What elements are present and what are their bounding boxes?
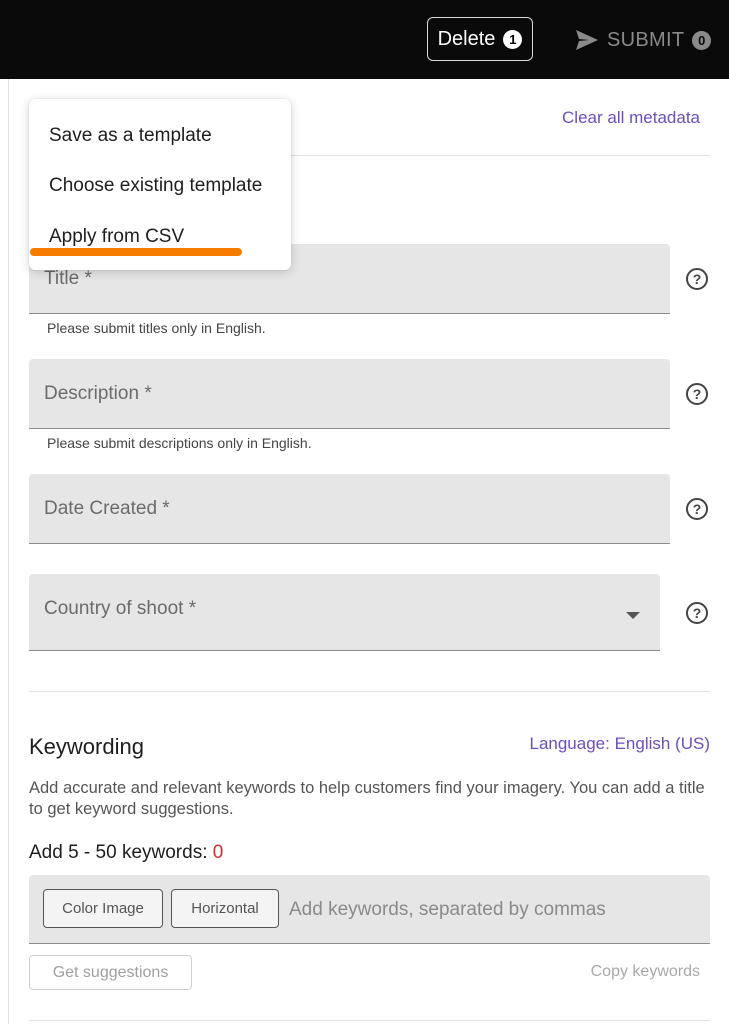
country-label: Country of shoot *: [44, 598, 197, 619]
submit-label: SUBMIT: [607, 28, 685, 51]
copy-keywords-link[interactable]: Copy keywords: [591, 963, 700, 981]
delete-button[interactable]: Delete 1: [427, 17, 533, 61]
submit-button[interactable]: SUBMIT 0: [575, 20, 712, 60]
date-created-field[interactable]: Date Created *: [29, 474, 670, 544]
template-menu: Save as a template Choose existing templ…: [29, 99, 291, 270]
left-divider: [8, 79, 9, 1024]
keyword-count: Add 5 - 50 keywords: 0: [29, 842, 223, 864]
keyword-count-value: 0: [212, 842, 224, 863]
section-divider: [29, 691, 710, 692]
language-link[interactable]: Language: English (US): [529, 734, 710, 754]
keywording-description: Add accurate and relevant keywords to he…: [29, 779, 705, 818]
description-label: Description *: [44, 383, 152, 404]
country-help-icon[interactable]: ?: [686, 602, 708, 624]
chevron-down-icon: [626, 612, 640, 619]
apply-csv-highlight: [30, 248, 242, 256]
menu-item-apply-csv[interactable]: Apply from CSV: [49, 226, 184, 248]
send-icon: [576, 30, 598, 50]
submit-count-badge: 0: [692, 30, 712, 50]
title-help-icon[interactable]: ?: [686, 268, 708, 290]
keywords-placeholder: Add keywords, separated by commas: [289, 899, 606, 920]
menu-item-save-template[interactable]: Save as a template: [49, 125, 212, 147]
date-created-label: Date Created *: [44, 498, 170, 519]
keywording-heading: Keywording: [29, 734, 144, 759]
get-suggestions-button[interactable]: Get suggestions: [29, 955, 192, 990]
title-label: Title *: [44, 268, 92, 289]
menu-item-choose-template[interactable]: Choose existing template: [49, 175, 262, 197]
description-help-icon[interactable]: ?: [686, 383, 708, 405]
top-bar: Delete 1 SUBMIT 0: [0, 0, 729, 79]
clear-all-metadata-link[interactable]: Clear all metadata: [562, 108, 700, 128]
keyword-chip-color-image[interactable]: Color Image: [43, 889, 163, 928]
delete-count-badge: 1: [503, 29, 523, 49]
description-hint: Please submit descriptions only in Engli…: [47, 435, 312, 451]
title-hint: Please submit titles only in English.: [47, 320, 266, 336]
description-field[interactable]: Description *: [29, 359, 670, 429]
keywords-input[interactable]: Color Image Horizontal Add keywords, sep…: [29, 875, 710, 944]
bottom-divider: [29, 1020, 710, 1021]
keyword-count-prefix: Add 5 - 50 keywords:: [29, 842, 213, 863]
country-select[interactable]: Country of shoot *: [29, 574, 660, 651]
date-created-help-icon[interactable]: ?: [686, 498, 708, 520]
delete-label: Delete: [437, 27, 496, 50]
keyword-chip-horizontal[interactable]: Horizontal: [171, 889, 279, 928]
